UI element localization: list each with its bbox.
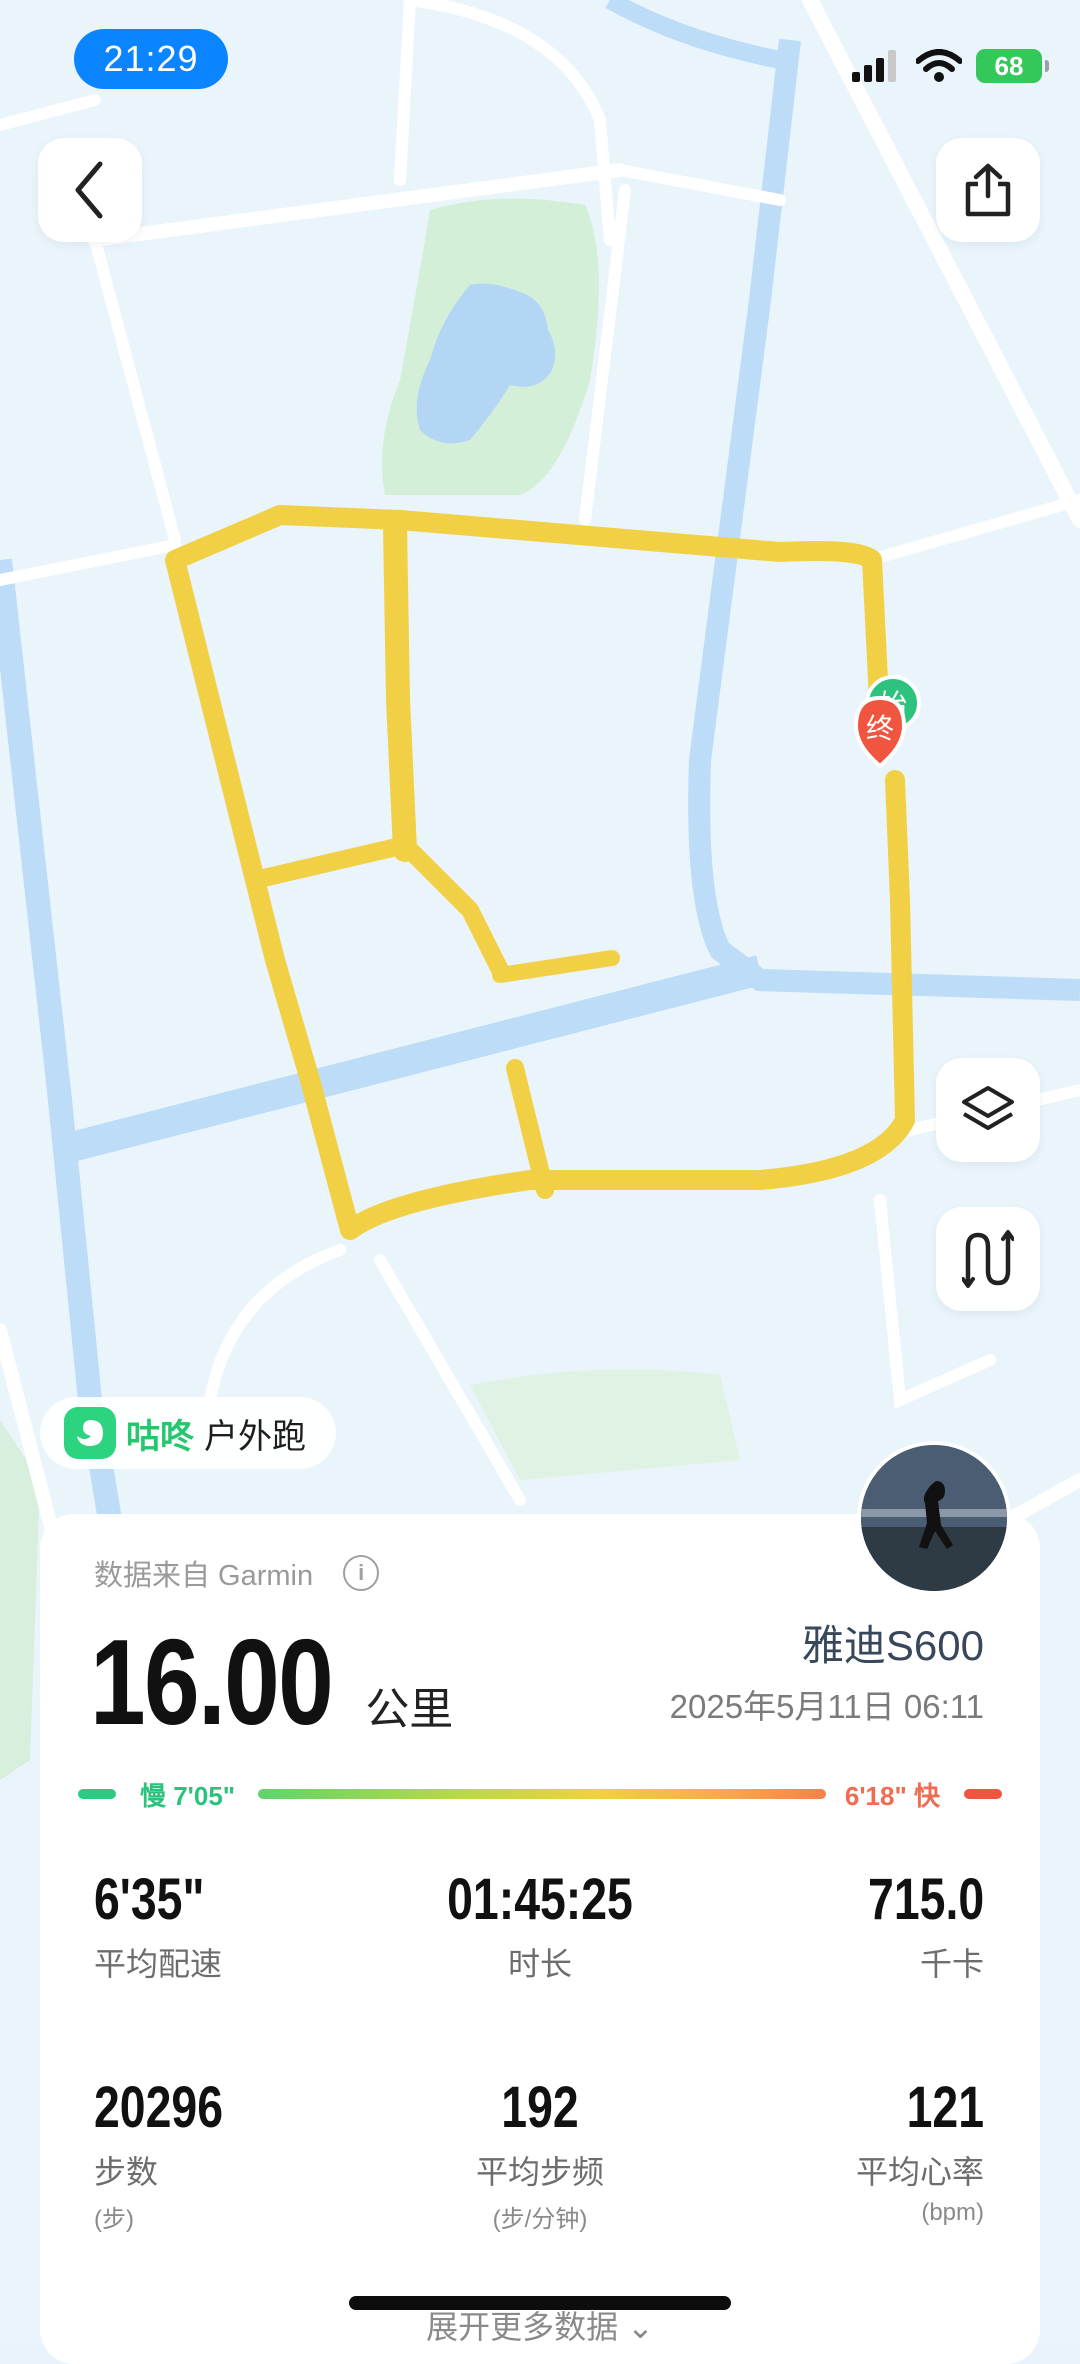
route-icon [962, 1230, 1014, 1288]
info-icon[interactable]: i [343, 1555, 380, 1591]
stat-value: 121 [906, 2075, 984, 2140]
stat-unit: (步) [94, 2206, 134, 2233]
distance-unit: 公里 [365, 1685, 454, 1734]
stat-duration: 01:45:25 时长 [380, 1866, 700, 1985]
status-icons: 68 [852, 46, 1049, 86]
battery-indicator: 68 [976, 49, 1049, 83]
route-line [383, 513, 417, 862]
stat-avg-pace: 6'35" 平均配速 [94, 1866, 232, 1985]
share-button[interactable] [936, 138, 1040, 242]
layers-icon [962, 1086, 1014, 1130]
chevron-left-icon [75, 161, 103, 219]
stat-label: 平均心率 [855, 2154, 984, 2190]
stat-label: 平均步频 [475, 2154, 604, 2190]
wifi-icon [916, 49, 962, 82]
pace-gradient-bar [258, 1789, 826, 1799]
avatar[interactable] [857, 1441, 1011, 1595]
layers-button[interactable] [936, 1058, 1040, 1162]
stat-calories: 715.0 千卡 [839, 1866, 984, 1985]
stat-heart-rate: 121 平均心率 (bpm) [856, 2074, 984, 2227]
signal-icon [852, 50, 896, 82]
data-source-text: 数据来自 Garmin [94, 1560, 314, 1592]
stat-label: 时长 [507, 1946, 572, 1982]
distance: 16.00 公里 [90, 1612, 453, 1752]
stat-value: 01:45:25 [447, 1867, 633, 1932]
run-summary-card: 数据来自 Garmin i 16.00 公里 雅迪S600 2025年5月11日… [40, 1514, 1040, 2364]
codoon-logo-icon [64, 1407, 116, 1459]
pace-fast-swatch [964, 1789, 1002, 1799]
stat-unit: (步/分钟) [492, 2206, 588, 2233]
stat-value: 6'35" [94, 1867, 205, 1932]
data-source: 数据来自 Garmin i [94, 1552, 380, 1594]
stat-value: 20296 [94, 2075, 224, 2140]
back-button[interactable] [38, 138, 142, 242]
stat-steps: 20296 步数 (步) [94, 2074, 255, 2234]
end-marker-label: 终 [866, 712, 894, 745]
device-name: 雅迪S600 [801, 1622, 984, 1669]
stat-value: 715.0 [867, 1867, 984, 1932]
status-time: 21:29 [74, 29, 228, 89]
runner-photo [861, 1445, 1007, 1591]
home-indicator [349, 2296, 731, 2310]
route-replay-button[interactable] [936, 1207, 1040, 1311]
battery-level: 68 [994, 50, 1024, 81]
pace-slow-label: 慢 7'05" [140, 1781, 236, 1811]
stat-unit: (bpm) [921, 2199, 984, 2226]
stat-label: 步数 [94, 2154, 159, 2190]
chevron-down-icon: ⌄ [627, 2309, 654, 2345]
distance-value: 16.00 [90, 1614, 334, 1750]
stat-value: 192 [501, 2075, 579, 2140]
activity-badge: 咕咚 户外跑 [40, 1397, 336, 1469]
pace-fast-label: 6'18" 快 [844, 1781, 940, 1811]
badge-brand: 咕咚 [126, 1417, 194, 1456]
pace-legend: 慢 7'05" 6'18" 快 [78, 1776, 1002, 1811]
expand-more-label: 展开更多数据 [426, 2309, 619, 2345]
stat-label: 平均配速 [94, 1946, 223, 1982]
share-icon [965, 163, 1011, 217]
run-datetime: 2025年5月11日 06:11 [669, 1688, 984, 1725]
stat-label: 千卡 [919, 1946, 984, 1982]
badge-activity-type: 户外跑 [204, 1417, 306, 1456]
pace-slow-swatch [78, 1789, 116, 1799]
stat-cadence: 192 平均步频 (步/分钟) [380, 2074, 700, 2234]
